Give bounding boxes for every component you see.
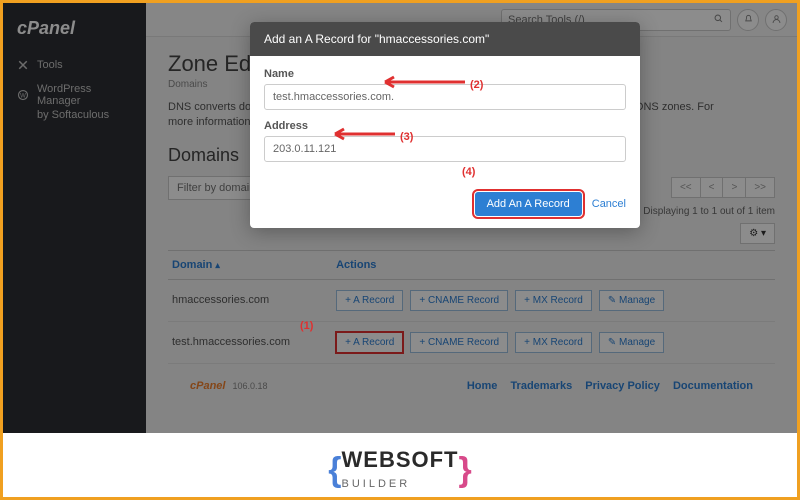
modal-footer: Add An A Record Cancel (250, 184, 640, 228)
websoft-builder-logo: { WEBSOFT BUILDER } (0, 450, 800, 490)
add-a-record-modal: Add an A Record for "hmaccessories.com" … (250, 22, 640, 228)
add-record-button[interactable]: Add An A Record (475, 192, 582, 216)
name-label: Name (264, 68, 626, 80)
name-input[interactable] (264, 84, 626, 110)
cancel-link[interactable]: Cancel (592, 198, 626, 210)
modal-title: Add an A Record for "hmaccessories.com" (250, 22, 640, 56)
brace-right-icon: } (459, 451, 472, 490)
modal-body: Name Address (250, 56, 640, 184)
brace-left-icon: { (328, 451, 341, 490)
address-input[interactable] (264, 136, 626, 162)
address-label: Address (264, 120, 626, 132)
